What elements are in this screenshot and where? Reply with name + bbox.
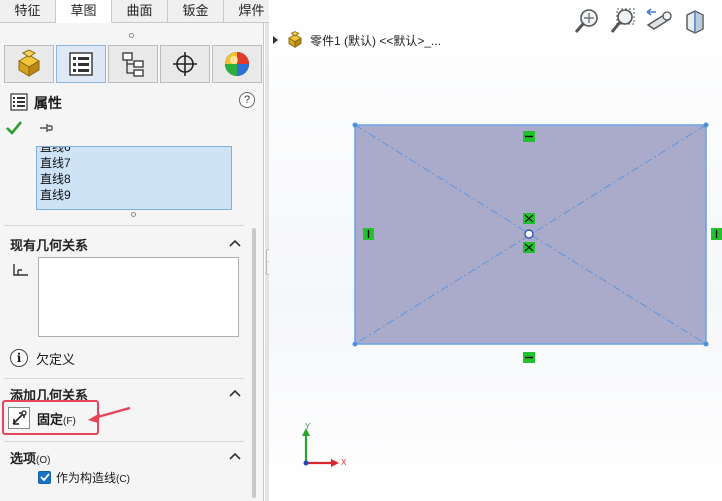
sketch-canvas[interactable]: Y X bbox=[0, 0, 722, 501]
midpoint[interactable] bbox=[524, 229, 534, 239]
coordinate-triad-icon bbox=[302, 428, 339, 467]
intersection-relation-icon[interactable] bbox=[523, 242, 535, 253]
horizontal-relation-icon[interactable] bbox=[523, 131, 535, 142]
vertical-relation-icon[interactable] bbox=[363, 228, 374, 240]
triad-x-label: X bbox=[341, 458, 347, 467]
vertical-relation-icon[interactable] bbox=[711, 228, 722, 240]
intersection-relation-icon[interactable] bbox=[523, 213, 535, 224]
triad-y-label: Y bbox=[305, 422, 311, 431]
horizontal-relation-icon[interactable] bbox=[523, 352, 535, 363]
